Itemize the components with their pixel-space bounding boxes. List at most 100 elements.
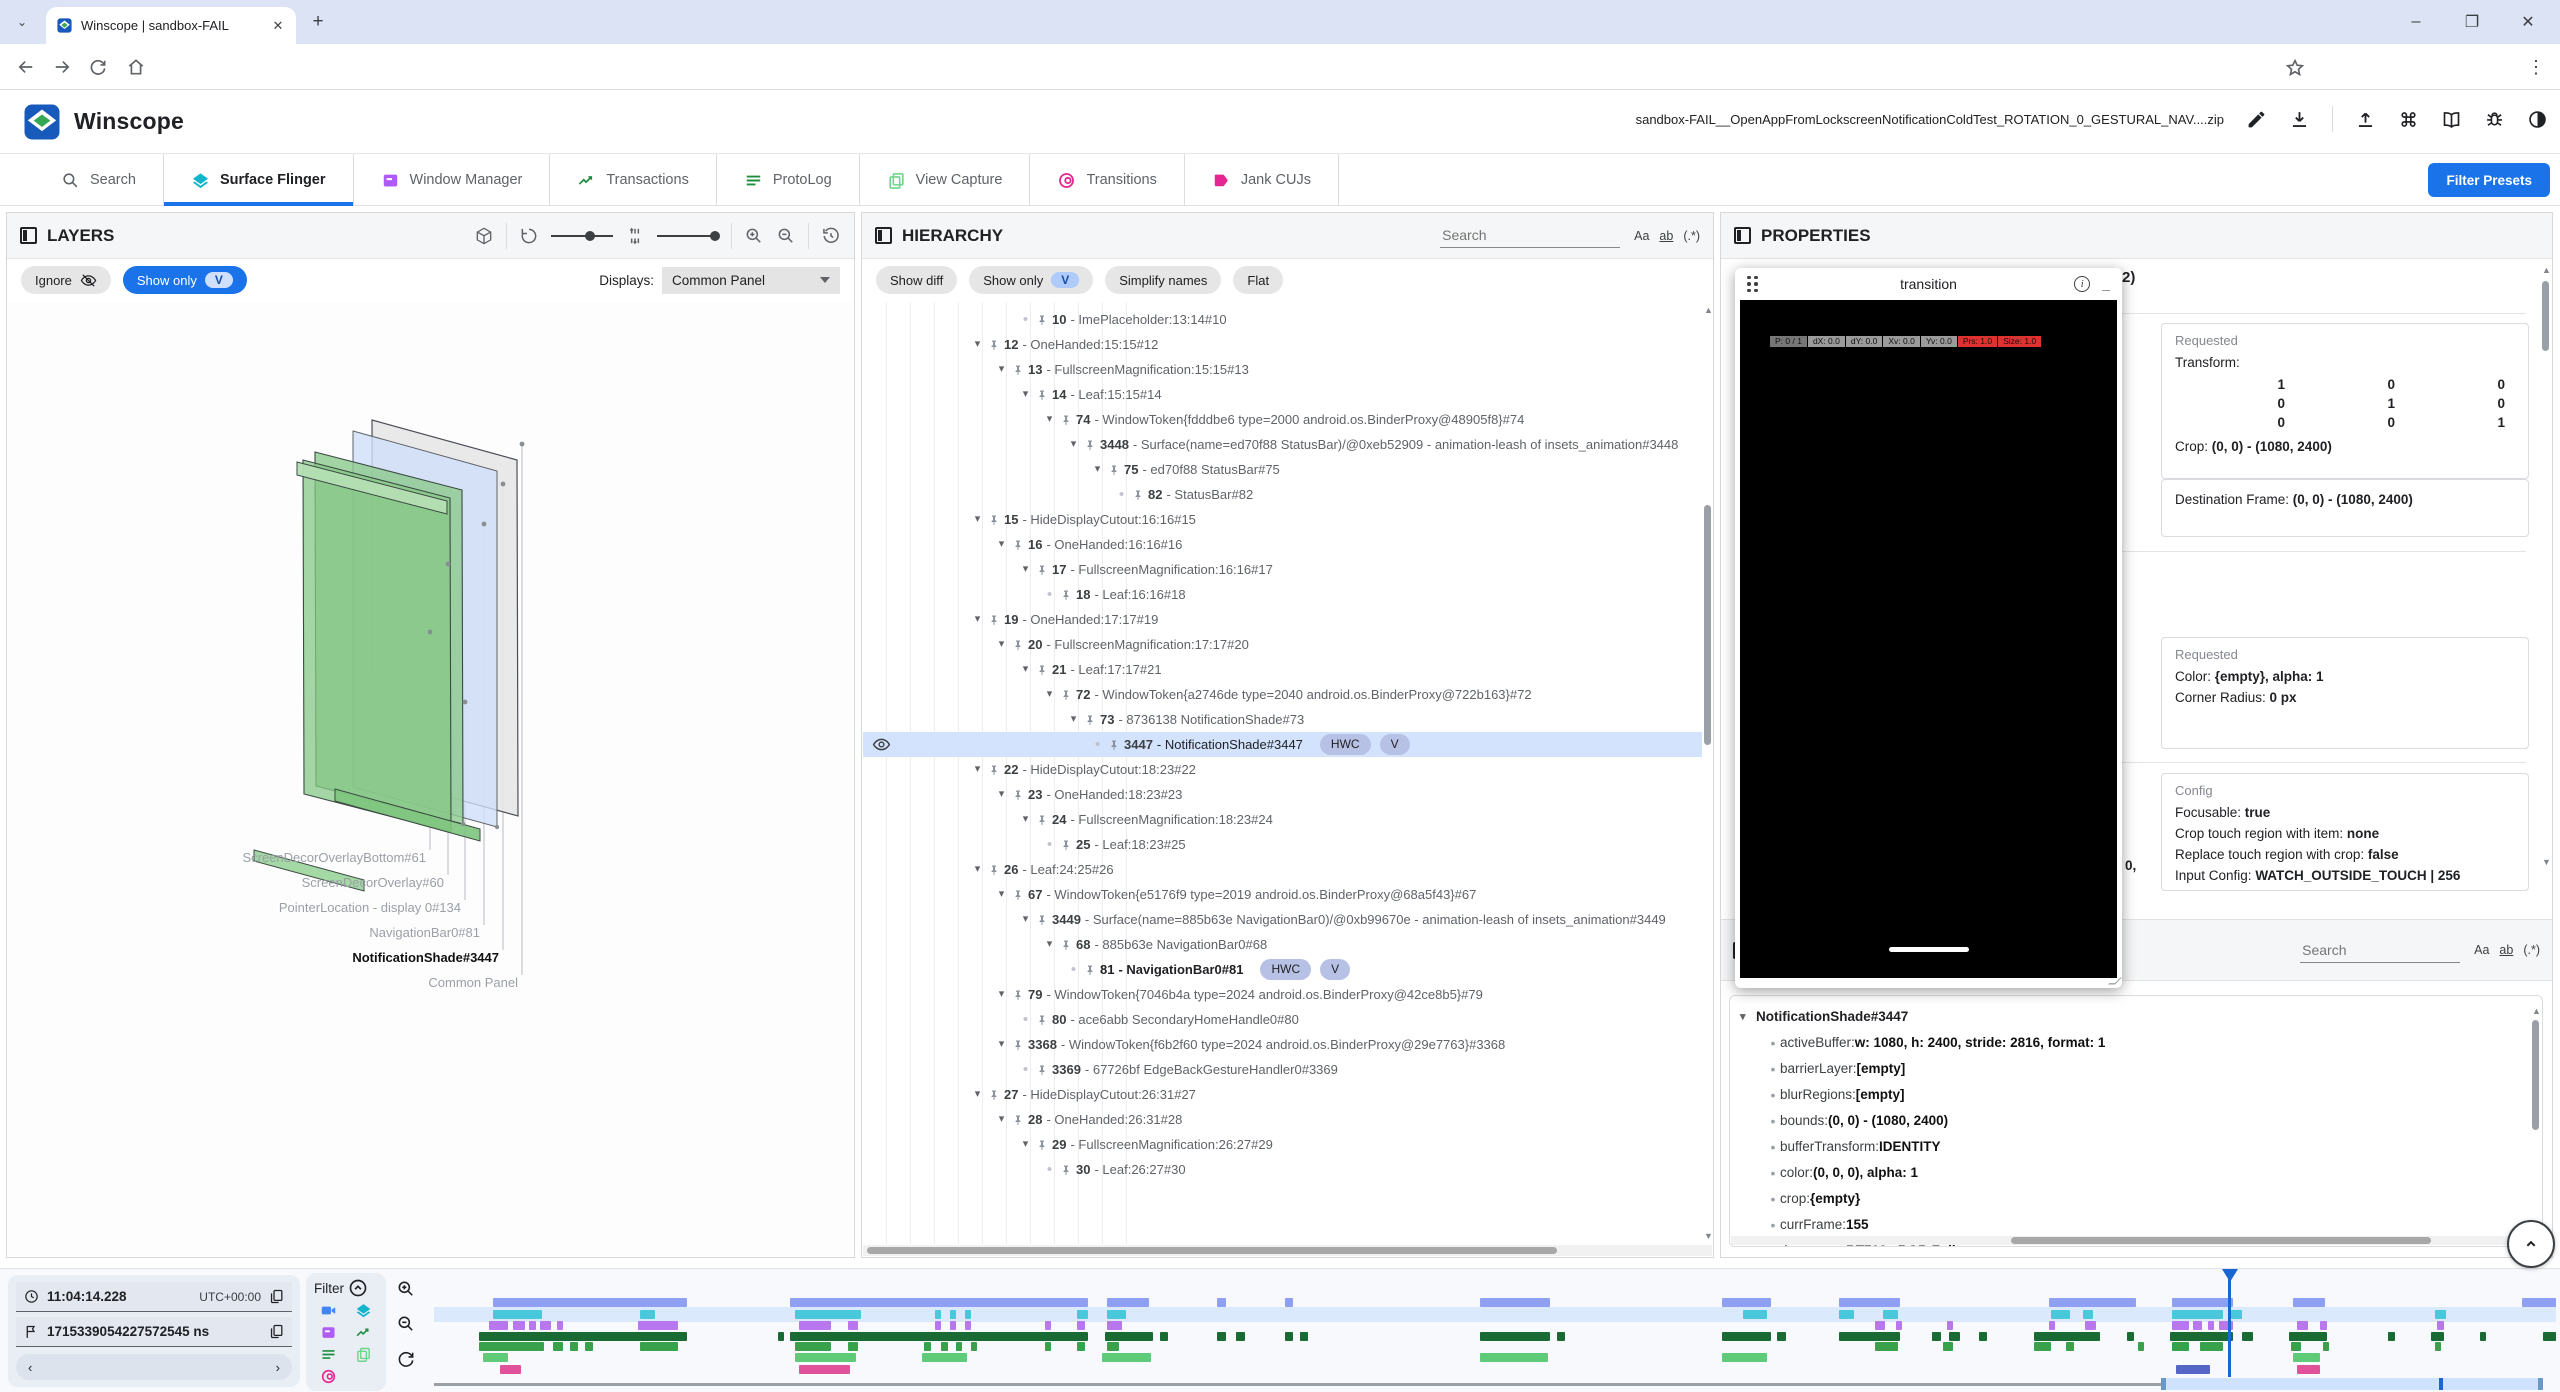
tree-node[interactable]: •3447- NotificationShade#3447HWCV bbox=[863, 732, 1702, 757]
expand-arrow-icon[interactable]: ▾ bbox=[1017, 657, 1034, 682]
regex-icon[interactable]: (.*) bbox=[1683, 229, 1700, 243]
resize-handle[interactable] bbox=[2108, 978, 2122, 985]
trace-segment[interactable] bbox=[965, 1321, 971, 1330]
trace-segment[interactable] bbox=[493, 1310, 542, 1319]
pin-icon[interactable] bbox=[1034, 557, 1049, 582]
trace-segment[interactable] bbox=[640, 1310, 655, 1319]
filter-vc-icon[interactable] bbox=[355, 1346, 372, 1363]
pin-icon[interactable] bbox=[1010, 782, 1025, 807]
tree-node[interactable]: •81- NavigationBar0#81HWCV bbox=[863, 957, 1702, 982]
property-row[interactable]: •currFrame: 155 bbox=[1740, 1212, 2542, 1238]
trace-segment[interactable] bbox=[2388, 1332, 2394, 1341]
pin-icon[interactable] bbox=[1010, 982, 1025, 1007]
collapse-filter-icon[interactable] bbox=[348, 1278, 368, 1298]
tree-node[interactable]: ▾73- 8736138 NotificationShade#73 bbox=[863, 707, 1702, 732]
pin-icon[interactable] bbox=[1034, 807, 1049, 832]
trace-segment[interactable] bbox=[1045, 1321, 1051, 1330]
tree-node[interactable]: ▾17- FullscreenMagnification:16:16#17 bbox=[863, 557, 1702, 582]
trace-segment[interactable] bbox=[965, 1310, 971, 1319]
shortcuts-icon[interactable] bbox=[2398, 109, 2419, 130]
tree-node[interactable]: •30- Leaf:26:27#30 bbox=[863, 1157, 1702, 1182]
trace-segment[interactable] bbox=[640, 1342, 678, 1351]
expand-arrow-icon[interactable]: ▾ bbox=[993, 1032, 1010, 1057]
reset-view-icon[interactable] bbox=[821, 226, 841, 246]
expand-arrow-icon[interactable]: ▾ bbox=[993, 1107, 1010, 1132]
tree-node[interactable]: •10- ImePlaceholder:13:14#10 bbox=[863, 307, 1702, 332]
expand-arrow-icon[interactable]: ▾ bbox=[969, 757, 986, 782]
trace-segment[interactable] bbox=[950, 1310, 956, 1319]
trace-segment[interactable] bbox=[2051, 1310, 2070, 1319]
trace-segment[interactable] bbox=[638, 1321, 678, 1330]
trace-segment[interactable] bbox=[500, 1365, 521, 1374]
pin-icon[interactable] bbox=[1082, 707, 1097, 732]
property-row[interactable]: •blurRegions: [empty] bbox=[1740, 1082, 2542, 1108]
trace-segment[interactable] bbox=[1107, 1310, 1126, 1319]
expand-arrow-icon[interactable]: ▾ bbox=[1065, 432, 1082, 457]
tree-node[interactable]: ▾15- HideDisplayCutout:16:16#15 bbox=[863, 507, 1702, 532]
trace-segment[interactable] bbox=[2066, 1342, 2074, 1351]
tab-windowmanager[interactable]: Window Manager bbox=[354, 154, 551, 206]
forward-icon[interactable] bbox=[52, 57, 72, 77]
expand-arrow-icon[interactable]: ▾ bbox=[993, 532, 1010, 557]
pin-icon[interactable] bbox=[986, 1082, 1001, 1107]
expand-arrow-icon[interactable]: ▾ bbox=[1017, 907, 1034, 932]
pin-icon[interactable] bbox=[1058, 682, 1073, 707]
trace-segment[interactable] bbox=[2172, 1310, 2223, 1319]
hierarchy-hscrollbar[interactable] bbox=[863, 1245, 1712, 1256]
trace-segment[interactable] bbox=[2437, 1321, 2443, 1330]
trace-segment[interactable] bbox=[2127, 1332, 2133, 1341]
minimize-icon[interactable]: _ bbox=[2102, 280, 2110, 288]
trace-segment[interactable] bbox=[1839, 1332, 1901, 1341]
copy-icon[interactable] bbox=[268, 1323, 285, 1340]
chip-flat[interactable]: Flat bbox=[1233, 266, 1283, 294]
trace-segment[interactable] bbox=[493, 1298, 686, 1307]
pin-icon[interactable] bbox=[1010, 532, 1025, 557]
tree-node[interactable]: ▾16- OneHanded:16:16#16 bbox=[863, 532, 1702, 557]
report-bug-icon[interactable] bbox=[2484, 109, 2505, 130]
tree-node[interactable]: ▾68- 885b63e NavigationBar0#68 bbox=[863, 932, 1702, 957]
trace-segment[interactable] bbox=[799, 1365, 850, 1374]
pin-icon[interactable] bbox=[986, 757, 1001, 782]
timeline-zoom-out-icon[interactable] bbox=[396, 1314, 416, 1334]
tab-surfaceflinger[interactable]: Surface Flinger bbox=[164, 154, 354, 206]
trace-segment[interactable] bbox=[1077, 1321, 1085, 1330]
property-row[interactable]: •activeBuffer: w: 1080, h: 2400, stride:… bbox=[1740, 1030, 2542, 1056]
tree-node[interactable]: ▾75- ed70f88 StatusBar#75 bbox=[863, 457, 1702, 482]
trace-segment[interactable] bbox=[1236, 1332, 1244, 1341]
pin-icon[interactable] bbox=[986, 857, 1001, 882]
expand-arrow-icon[interactable]: ▾ bbox=[1041, 407, 1058, 432]
scroll-down-icon[interactable]: ▼ bbox=[1704, 1231, 1713, 1241]
trace-segment[interactable] bbox=[2172, 1321, 2189, 1330]
expand-arrow-icon[interactable]: ▾ bbox=[1041, 932, 1058, 957]
trace-segment[interactable] bbox=[778, 1332, 784, 1341]
browser-tab[interactable]: Winscope | sandbox-FAIL ✕ bbox=[46, 7, 296, 44]
trace-segment[interactable] bbox=[971, 1342, 977, 1351]
expand-arrow-icon[interactable]: ▾ bbox=[1017, 557, 1034, 582]
layer-label[interactable]: Common Panel bbox=[428, 975, 518, 990]
trace-segment[interactable] bbox=[2293, 1298, 2325, 1307]
trace-segment[interactable] bbox=[1777, 1332, 1785, 1341]
trace-segment[interactable] bbox=[2170, 1332, 2234, 1341]
trace-segment[interactable] bbox=[1480, 1298, 1550, 1307]
layer-label[interactable]: NotificationShade#3447 bbox=[352, 950, 499, 965]
pin-icon[interactable] bbox=[1130, 482, 1145, 507]
tree-node[interactable]: ▾3448- Surface(name=ed70f88 StatusBar)/@… bbox=[863, 432, 1702, 457]
property-root[interactable]: ▾NotificationShade#3447 bbox=[1740, 1004, 2542, 1030]
expand-arrow-icon[interactable]: ▾ bbox=[993, 357, 1010, 382]
browser-menu-icon[interactable]: ⋮ bbox=[2526, 57, 2546, 77]
chip-show-only[interactable]: Show onlyV bbox=[969, 266, 1093, 294]
trace-segment[interactable] bbox=[1947, 1321, 1953, 1330]
trace-segment[interactable] bbox=[2083, 1310, 2094, 1319]
trace-segment[interactable] bbox=[2231, 1310, 2242, 1319]
trace-segment[interactable] bbox=[1480, 1353, 1548, 1362]
info-icon[interactable]: i bbox=[2074, 276, 2090, 292]
timeline-cursor[interactable] bbox=[2228, 1279, 2231, 1377]
tree-node[interactable]: ▾3449- Surface(name=885b63e NavigationBa… bbox=[863, 907, 1702, 932]
trace-segment[interactable] bbox=[2219, 1321, 2234, 1330]
pin-icon[interactable] bbox=[1106, 457, 1121, 482]
property-row[interactable]: •crop: {empty} bbox=[1740, 1186, 2542, 1212]
filter-chart-icon[interactable] bbox=[355, 1324, 372, 1341]
trace-segment[interactable] bbox=[1107, 1342, 1120, 1351]
trace-segment[interactable] bbox=[935, 1321, 941, 1330]
pin-icon[interactable] bbox=[1034, 382, 1049, 407]
